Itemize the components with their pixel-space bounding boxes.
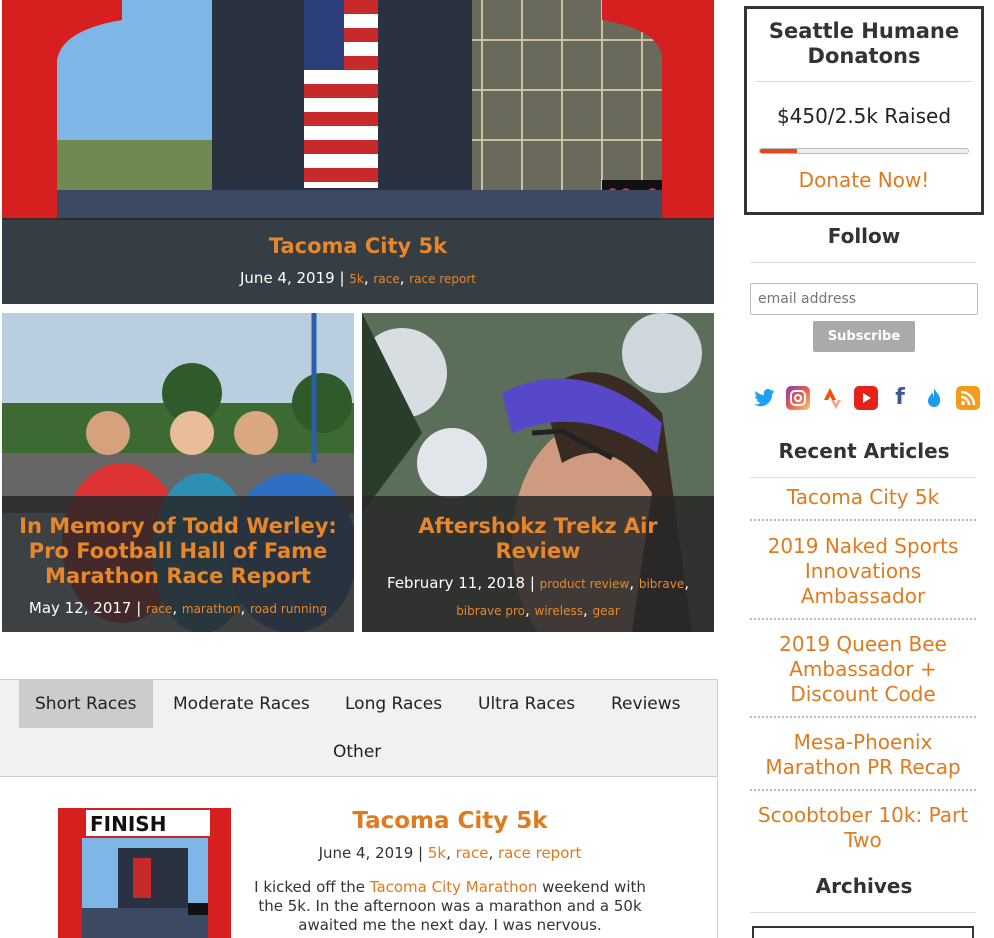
post-list-item: FINISH Tacoma City 5k June 4, 2019 | 5k,… <box>0 778 718 938</box>
recent-article-link[interactable]: 2019 Queen Bee Ambassador + Discount Cod… <box>750 632 976 718</box>
tag-link[interactable]: gear <box>593 604 620 618</box>
tab-other[interactable]: Other <box>317 728 397 776</box>
post-date: February 11, 2018 <box>387 574 526 592</box>
sidebar: Seattle Humane Donatons $450/2.5k Raised… <box>744 0 984 938</box>
facebook-icon[interactable]: f <box>888 386 912 410</box>
follow-heading: Follow <box>827 224 901 248</box>
tag-link[interactable]: road running <box>250 602 327 616</box>
post-date: June 4, 2019 <box>240 269 335 287</box>
featured-title[interactable]: Tacoma City 5k <box>18 234 698 259</box>
excerpt-text: I kicked off the <box>254 878 370 896</box>
instagram-icon[interactable] <box>786 386 810 410</box>
youtube-icon[interactable] <box>854 386 878 410</box>
donation-progress-fill <box>760 149 798 153</box>
tag-link[interactable]: race <box>373 272 399 286</box>
tag-link[interactable]: product review <box>540 577 630 591</box>
strava-icon[interactable] <box>820 386 844 410</box>
category-tabs: Short Races Moderate Races Long Races Ul… <box>0 679 718 777</box>
featured-meta: June 4, 2019 | 5k, race, race report <box>240 269 476 287</box>
recent-article-link[interactable]: Tacoma City 5k <box>750 485 976 521</box>
tag-link[interactable]: race <box>146 602 172 616</box>
donation-raised: $450/2.5k Raised <box>776 104 952 128</box>
subscribe-button[interactable]: Subscribe <box>813 321 915 352</box>
rss-icon[interactable] <box>956 386 980 410</box>
tag-link[interactable]: 5k <box>349 272 364 286</box>
featured-meta: February 11, 2018 | product review, bibr… <box>387 574 689 619</box>
divider <box>755 81 973 82</box>
tab-moderate-races[interactable]: Moderate Races <box>157 680 326 728</box>
featured-post-main[interactable]: 00 01 0 Tacoma City 5k June 4, 2019 | 5k… <box>2 0 714 304</box>
tab-ultra-races[interactable]: Ultra Races <box>462 680 591 728</box>
post-meta: June 4, 2019 | 5k, race, race report <box>318 844 582 862</box>
post-date: June 4, 2019 <box>318 844 414 862</box>
excerpt-link[interactable]: Tacoma City Marathon <box>370 878 538 896</box>
recent-articles-heading: Recent Articles <box>778 439 950 463</box>
featured-meta: May 12, 2017 | race, marathon, road runn… <box>28 599 328 617</box>
tag-link[interactable]: marathon <box>182 602 241 616</box>
post-thumbnail-image: FINISH <box>58 808 231 938</box>
featured-caption: In Memory of Todd Werley: Pro Football H… <box>2 496 354 632</box>
donate-button[interactable]: Donate Now! <box>747 168 981 192</box>
tag-link[interactable]: race report <box>409 272 476 286</box>
svg-text:FINISH: FINISH <box>90 812 166 836</box>
tag-link[interactable]: race report <box>498 844 581 862</box>
divider <box>750 477 976 478</box>
donation-widget: Seattle Humane Donatons $450/2.5k Raised… <box>744 6 984 215</box>
featured-post-left[interactable]: In Memory of Todd Werley: Pro Football H… <box>2 313 354 632</box>
tag-link[interactable]: 5k <box>428 844 446 862</box>
social-icons: f <box>752 386 980 412</box>
flame-icon[interactable] <box>922 386 946 410</box>
donation-progress-bar <box>759 148 969 154</box>
tag-link[interactable]: bibrave pro <box>456 604 525 618</box>
recent-article-link[interactable]: Scoobtober 10k: Part Two <box>750 803 976 856</box>
recent-article-link[interactable]: 2019 Naked Sports Innovations Ambassador <box>750 534 976 620</box>
twitter-icon[interactable] <box>752 386 776 410</box>
email-input[interactable] <box>750 283 978 315</box>
post-title[interactable]: Tacoma City 5k <box>250 808 650 834</box>
recent-article-link[interactable]: Mesa-Phoenix Marathon PR Recap <box>750 730 976 791</box>
featured-post-right[interactable]: Aftershokz Trekz Air Review February 11,… <box>362 313 714 632</box>
donation-title: Seattle Humane Donatons <box>768 19 960 68</box>
tag-link[interactable]: race <box>456 844 489 862</box>
archives-dropdown[interactable] <box>752 926 974 938</box>
post-excerpt: I kicked off the Tacoma City Marathon we… <box>250 878 650 935</box>
post-thumbnail[interactable]: FINISH <box>58 808 231 938</box>
archives-heading: Archives <box>815 874 913 898</box>
divider <box>750 912 976 913</box>
tab-long-races[interactable]: Long Races <box>329 680 458 728</box>
tag-link[interactable]: bibrave <box>639 577 684 591</box>
featured-caption: Aftershokz Trekz Air Review February 11,… <box>362 496 714 632</box>
tab-reviews[interactable]: Reviews <box>595 680 697 728</box>
tab-short-races[interactable]: Short Races <box>19 680 153 728</box>
featured-title[interactable]: Aftershokz Trekz Air Review <box>378 514 698 564</box>
tag-link[interactable]: wireless <box>535 604 583 618</box>
featured-title[interactable]: In Memory of Todd Werley: Pro Football H… <box>18 514 338 589</box>
featured-caption: Tacoma City 5k June 4, 2019 | 5k, race, … <box>2 218 714 304</box>
divider <box>750 262 976 263</box>
post-date: May 12, 2017 <box>28 599 132 617</box>
